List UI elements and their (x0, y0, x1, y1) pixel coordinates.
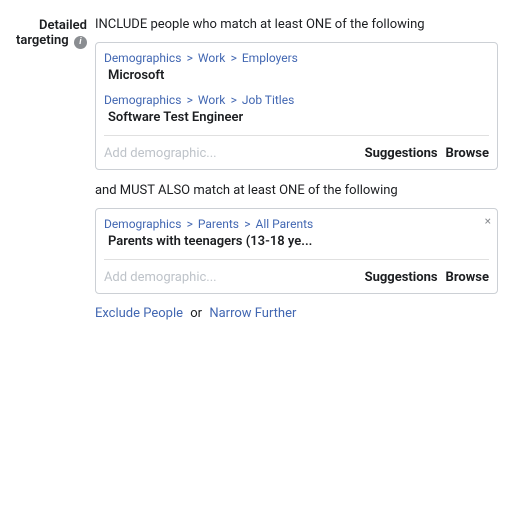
targeting-label-line2: targeting (16, 33, 69, 48)
include-label: INCLUDE people who match at least ONE of… (95, 16, 498, 34)
breadcrumb-link-all-parents[interactable]: All Parents (256, 217, 314, 231)
second-box-divider (104, 259, 489, 260)
targeting-info-icon[interactable]: i (74, 36, 87, 49)
first-box-suggestions-link[interactable]: Suggestions (365, 146, 438, 161)
second-box-suggestions-link[interactable]: Suggestions (365, 270, 438, 285)
first-box-add-input[interactable]: Add demographic... (104, 146, 357, 161)
second-box-add-input[interactable]: Add demographic... (104, 270, 357, 285)
parents-value: Parents with teenagers (13-18 ye... (104, 232, 489, 251)
breadcrumb-sep-5: > (187, 217, 196, 231)
breadcrumb-link-demographics-1[interactable]: Demographics (104, 51, 181, 65)
and-label: and MUST ALSO match at least ONE of the … (95, 182, 498, 200)
breadcrumb-link-work-1[interactable]: Work (198, 51, 225, 65)
exclude-row: Exclude People or Narrow Further (95, 306, 498, 321)
breadcrumb-link-parents[interactable]: Parents (198, 217, 239, 231)
right-content: INCLUDE people who match at least ONE of… (95, 16, 498, 321)
breadcrumb-sep-3: > (187, 93, 196, 107)
first-box-add-row: Add demographic... Suggestions Browse (104, 142, 489, 161)
detailed-targeting-label: Detailed (39, 18, 87, 33)
first-box-divider (104, 135, 489, 136)
employer-value: Microsoft (104, 66, 489, 85)
breadcrumb-link-employers[interactable]: Employers (242, 51, 298, 65)
breadcrumb-sep-6: > (244, 217, 253, 231)
second-box-item-1: Demographics > Parents > All Parents Par… (104, 217, 489, 251)
narrow-further-link[interactable]: Narrow Further (209, 306, 296, 321)
or-text: or (190, 306, 202, 321)
breadcrumb-link-work-2[interactable]: Work (198, 93, 225, 107)
first-box-item-1: Demographics > Work > Employers Microsof… (104, 51, 489, 85)
breadcrumb-link-demographics-3[interactable]: Demographics (104, 217, 181, 231)
second-targeting-box: × Demographics > Parents > All Parents P… (95, 208, 498, 294)
breadcrumb-link-demographics-2[interactable]: Demographics (104, 93, 181, 107)
first-box-item-2: Demographics > Work > Job Titles Softwar… (104, 93, 489, 127)
breadcrumb-sep-4: > (231, 93, 240, 107)
second-box-browse-link[interactable]: Browse (446, 270, 489, 285)
left-label: Detailed targeting i (16, 16, 87, 49)
breadcrumb-sep-2: > (231, 51, 240, 65)
second-box-add-row: Add demographic... Suggestions Browse (104, 266, 489, 285)
close-button[interactable]: × (485, 215, 491, 227)
breadcrumb-link-job-titles[interactable]: Job Titles (242, 93, 294, 107)
job-title-value: Software Test Engineer (104, 108, 489, 127)
first-targeting-box: Demographics > Work > Employers Microsof… (95, 42, 498, 170)
breadcrumb-sep-1: > (187, 51, 196, 65)
exclude-people-link[interactable]: Exclude People (95, 306, 183, 321)
first-box-browse-link[interactable]: Browse (446, 146, 489, 161)
